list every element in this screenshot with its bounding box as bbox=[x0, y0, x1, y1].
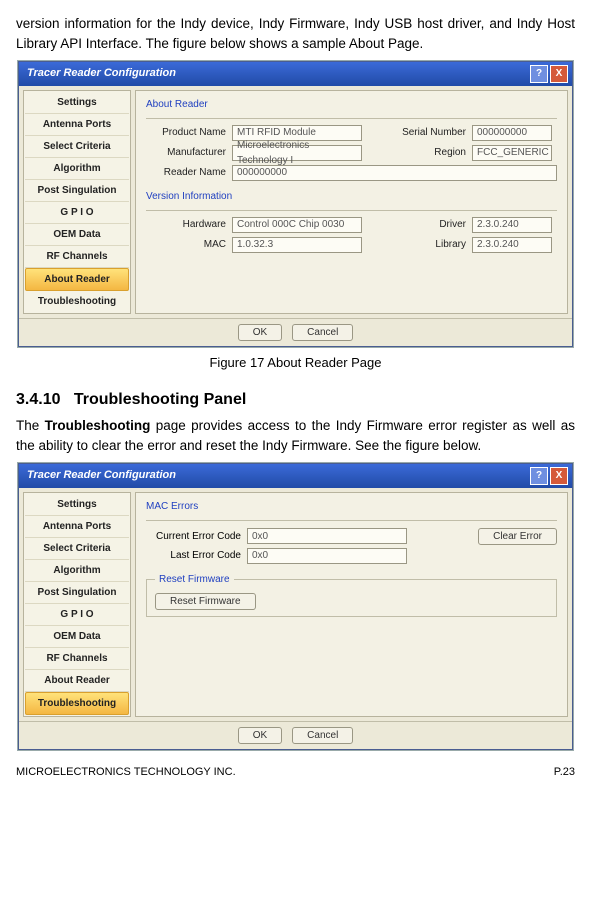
cancel-button[interactable]: Cancel bbox=[292, 324, 353, 341]
library-label: Library bbox=[386, 237, 466, 252]
mac-label: MAC bbox=[146, 237, 226, 252]
window-title: Tracer Reader Configuration bbox=[23, 65, 528, 82]
reset-firmware-button[interactable]: Reset Firmware bbox=[155, 593, 256, 610]
titlebar: Tracer Reader Configuration ? X bbox=[19, 464, 572, 488]
sidebar-item-algorithm[interactable]: Algorithm bbox=[25, 158, 129, 180]
about-reader-dialog: Tracer Reader Configuration ? X Settings… bbox=[18, 61, 573, 347]
sidebar-item-algorithm[interactable]: Algorithm bbox=[25, 560, 129, 582]
sidebar-item-oem-data[interactable]: OEM Data bbox=[25, 626, 129, 648]
footer-left: MICROELECTRONICS TECHNOLOGY INC. bbox=[16, 764, 236, 781]
sidebar: Settings Antenna Ports Select Criteria A… bbox=[23, 90, 131, 314]
reader-name-label: Reader Name bbox=[146, 165, 226, 180]
last-error-label: Last Error Code bbox=[146, 548, 241, 563]
mac-errors-group-label: MAC Errors bbox=[146, 499, 557, 514]
hardware-field[interactable]: Control 000C Chip 0030 bbox=[232, 217, 362, 233]
close-button[interactable]: X bbox=[550, 467, 568, 485]
figure17-caption: Figure 17 About Reader Page bbox=[16, 353, 575, 373]
help-button[interactable]: ? bbox=[530, 65, 548, 83]
sidebar-item-post-singulation[interactable]: Post Singulation bbox=[25, 180, 129, 202]
sidebar-item-settings[interactable]: Settings bbox=[25, 494, 129, 516]
sidebar-item-select-criteria[interactable]: Select Criteria bbox=[25, 538, 129, 560]
sidebar-item-antenna-ports[interactable]: Antenna Ports bbox=[25, 516, 129, 538]
sidebar-item-select-criteria[interactable]: Select Criteria bbox=[25, 136, 129, 158]
reset-firmware-group: Reset Firmware Reset Firmware bbox=[146, 572, 557, 617]
section-heading: 3.4.10 Troubleshooting Panel bbox=[16, 388, 575, 412]
titlebar: Tracer Reader Configuration ? X bbox=[19, 62, 572, 86]
dialog-footer: OK Cancel bbox=[19, 318, 572, 346]
sidebar-item-gpio[interactable]: G P I O bbox=[25, 604, 129, 626]
sidebar-item-oem-data[interactable]: OEM Data bbox=[25, 224, 129, 246]
driver-field[interactable]: 2.3.0.240 bbox=[472, 217, 552, 233]
ok-button[interactable]: OK bbox=[238, 324, 282, 341]
para2-bold: Troubleshooting bbox=[45, 418, 151, 433]
sidebar-item-antenna-ports[interactable]: Antenna Ports bbox=[25, 114, 129, 136]
sidebar-item-rf-channels[interactable]: RF Channels bbox=[25, 246, 129, 268]
product-name-label: Product Name bbox=[146, 125, 226, 140]
mac-field[interactable]: 1.0.32.3 bbox=[232, 237, 362, 253]
help-button[interactable]: ? bbox=[530, 467, 548, 485]
manufacturer-label: Manufacturer bbox=[146, 145, 226, 160]
region-label: Region bbox=[386, 145, 466, 160]
page-footer: MICROELECTRONICS TECHNOLOGY INC. P.23 bbox=[16, 764, 575, 781]
about-reader-group-label: About Reader bbox=[146, 97, 557, 112]
dialog-footer: OK Cancel bbox=[19, 721, 572, 749]
current-error-field[interactable]: 0x0 bbox=[247, 528, 407, 544]
heading-number: 3.4.10 bbox=[16, 391, 60, 408]
about-content: About Reader Product Name MTI RFID Modul… bbox=[135, 90, 568, 314]
sidebar-item-about-reader[interactable]: About Reader bbox=[25, 670, 129, 692]
close-button[interactable]: X bbox=[550, 65, 568, 83]
library-field[interactable]: 2.3.0.240 bbox=[472, 237, 552, 253]
serial-number-label: Serial Number bbox=[386, 125, 466, 140]
clear-error-button[interactable]: Clear Error bbox=[478, 528, 557, 545]
serial-number-field[interactable]: 000000000 bbox=[472, 125, 552, 141]
reset-firmware-legend: Reset Firmware bbox=[155, 572, 234, 587]
last-error-field[interactable]: 0x0 bbox=[247, 548, 407, 564]
sidebar-item-rf-channels[interactable]: RF Channels bbox=[25, 648, 129, 670]
manufacturer-field[interactable]: Microelectronics Technology I bbox=[232, 145, 362, 161]
sidebar-item-troubleshooting[interactable]: Troubleshooting bbox=[25, 692, 129, 715]
driver-label: Driver bbox=[386, 217, 466, 232]
version-info-group-label: Version Information bbox=[146, 189, 557, 204]
sidebar-item-troubleshooting[interactable]: Troubleshooting bbox=[25, 291, 129, 312]
cancel-button[interactable]: Cancel bbox=[292, 727, 353, 744]
sidebar-item-about-reader[interactable]: About Reader bbox=[25, 268, 129, 291]
troubleshooting-content: MAC Errors Current Error Code 0x0 Clear … bbox=[135, 492, 568, 717]
reader-name-field[interactable]: 000000000 bbox=[232, 165, 557, 181]
current-error-label: Current Error Code bbox=[146, 529, 241, 544]
para2-pre: The bbox=[16, 418, 45, 433]
hardware-label: Hardware bbox=[146, 217, 226, 232]
footer-right: P.23 bbox=[554, 764, 575, 781]
troubleshooting-paragraph: The Troubleshooting page provides access… bbox=[16, 416, 575, 457]
sidebar-item-gpio[interactable]: G P I O bbox=[25, 202, 129, 224]
heading-title: Troubleshooting Panel bbox=[74, 391, 246, 408]
intro-paragraph: version information for the Indy device,… bbox=[16, 14, 575, 55]
ok-button[interactable]: OK bbox=[238, 727, 282, 744]
sidebar-item-post-singulation[interactable]: Post Singulation bbox=[25, 582, 129, 604]
region-field[interactable]: FCC_GENERIC bbox=[472, 145, 552, 161]
sidebar-item-settings[interactable]: Settings bbox=[25, 92, 129, 114]
sidebar: Settings Antenna Ports Select Criteria A… bbox=[23, 492, 131, 717]
troubleshooting-dialog: Tracer Reader Configuration ? X Settings… bbox=[18, 463, 573, 750]
window-title: Tracer Reader Configuration bbox=[23, 467, 528, 484]
